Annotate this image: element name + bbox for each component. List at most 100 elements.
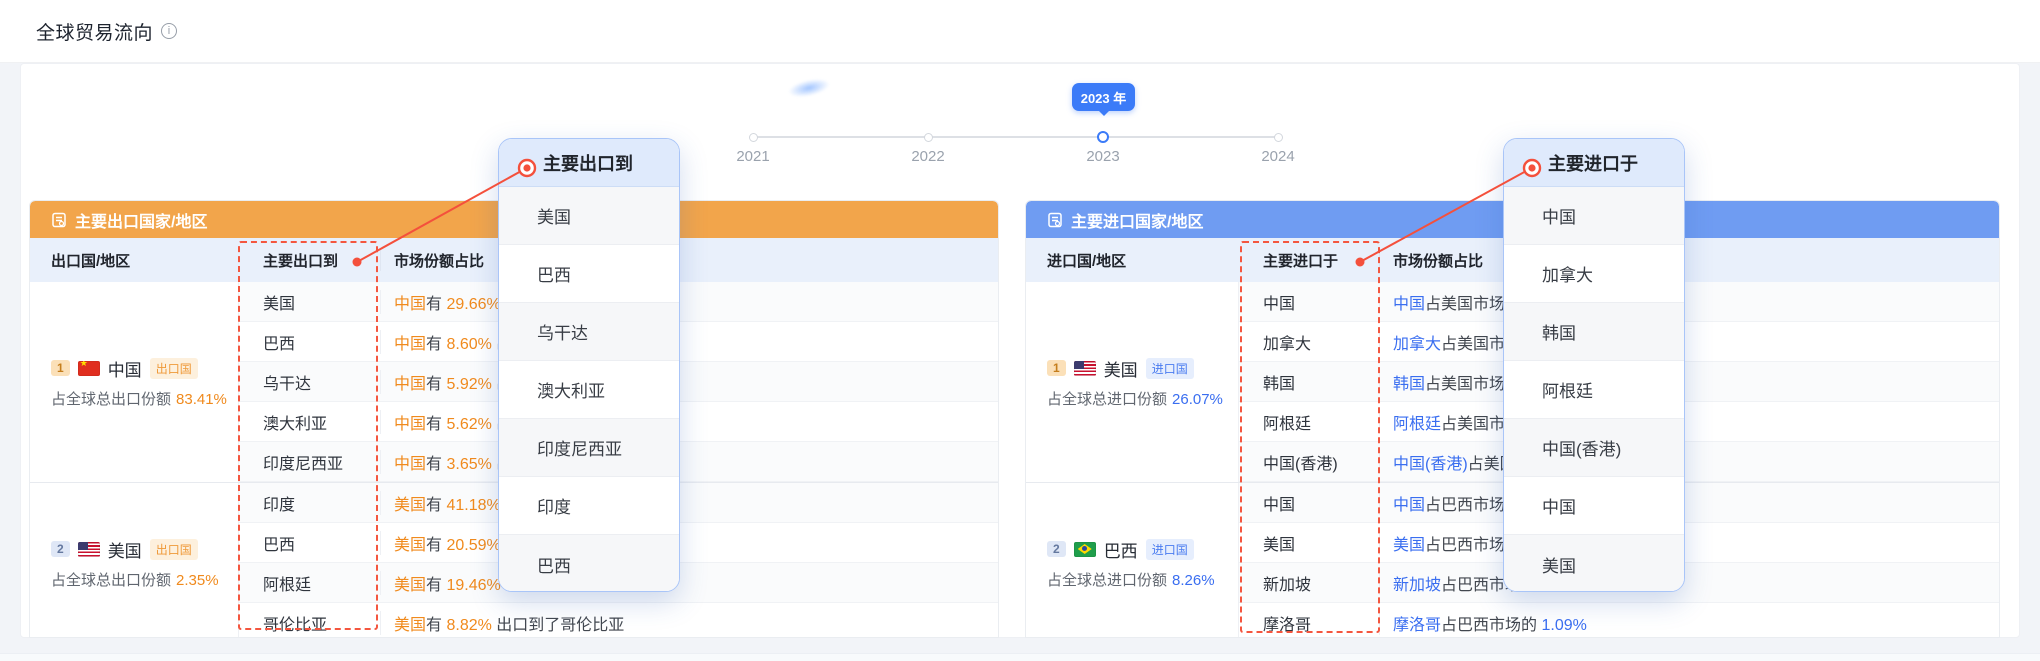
share-value: 26.07% bbox=[1172, 391, 1223, 408]
popup-item[interactable]: 阿根廷 bbox=[1504, 361, 1684, 419]
market-share-cell: 韩国占美国市场的 bbox=[1379, 370, 1999, 394]
destination-cell: 印度尼西亚 bbox=[239, 450, 380, 474]
export-popup-header: 主要出口到 bbox=[499, 139, 679, 187]
exporter-title-line: 2 美国 出口国 bbox=[51, 537, 238, 562]
source-cell: 摩洛哥 bbox=[1239, 611, 1379, 635]
destination-cell: 巴西 bbox=[239, 330, 380, 354]
importer-title-line: 1 美国 进口国 bbox=[1047, 356, 1238, 381]
slider-stop-2023-active[interactable] bbox=[1097, 131, 1109, 143]
global-share-line: 占全球总出口份额 83.41% bbox=[51, 388, 238, 409]
import-popup: 主要进口于 中国 加拿大 韩国 阿根廷 中国(香港) 中国 美国 bbox=[1503, 138, 1685, 592]
col-header-export-to: 主要出口到 bbox=[239, 250, 380, 271]
market-share-cell: 新加坡占巴西市场的 bbox=[1379, 571, 1999, 595]
share-label: 占全球总出口份额 bbox=[51, 572, 171, 589]
section-header: 全球贸易流向 i bbox=[0, 0, 2040, 63]
rank-badge: 1 bbox=[1047, 360, 1066, 376]
popup-item[interactable]: 美国 bbox=[499, 187, 679, 245]
popup-item[interactable]: 中国 bbox=[1504, 477, 1684, 535]
exporter-tag: 出口国 bbox=[150, 358, 198, 379]
market-share-cell: 美国有 41.18% 出口到了印度 bbox=[380, 491, 998, 515]
share-value: 83.41% bbox=[176, 391, 227, 408]
import-table-title: 主要进口国家/地区 bbox=[1071, 208, 1203, 232]
popup-item[interactable]: 加拿大 bbox=[1504, 245, 1684, 303]
slider-label-2023[interactable]: 2023 bbox=[1068, 148, 1138, 165]
destination-cell: 巴西 bbox=[239, 531, 380, 555]
exporter-info-china: 1 中国 出口国 占全球总出口份额 83.41% bbox=[30, 282, 239, 482]
china-flag-icon bbox=[78, 361, 100, 376]
importer-tag: 进口国 bbox=[1146, 358, 1194, 379]
popup-item[interactable]: 中国(香港) bbox=[1504, 419, 1684, 477]
popup-item[interactable]: 乌干达 bbox=[499, 303, 679, 361]
popup-item[interactable]: 中国 bbox=[1504, 187, 1684, 245]
global-share-line: 占全球总进口份额 26.07% bbox=[1047, 388, 1238, 409]
brazil-flag-icon bbox=[1074, 542, 1096, 557]
source-cell: 中国 bbox=[1239, 491, 1379, 515]
col-header-importer: 进口国/地区 bbox=[1026, 250, 1239, 271]
share-label: 占全球总进口份额 bbox=[1047, 572, 1167, 589]
market-share-cell: 加拿大占美国市场的 bbox=[1379, 330, 1999, 354]
slider-stop-2021[interactable] bbox=[749, 133, 758, 142]
slider-track[interactable] bbox=[753, 136, 1278, 138]
slider-label-2022[interactable]: 2022 bbox=[893, 148, 963, 165]
popup-item[interactable]: 印度 bbox=[499, 477, 679, 535]
slider-stop-2022[interactable] bbox=[924, 133, 933, 142]
market-share-cell: 中国占巴西市场的 bbox=[1379, 491, 1999, 515]
market-share-cell: 中国有 3.65% 出口到了印度尼西亚 bbox=[380, 450, 998, 474]
year-tooltip-text: 2023 年 bbox=[1081, 88, 1127, 107]
country-name: 巴西 bbox=[1104, 537, 1138, 562]
rank-badge: 2 bbox=[51, 541, 70, 557]
market-share-cell: 中国有 5.92% 出口到了乌干达 bbox=[380, 370, 998, 394]
rank-badge: 1 bbox=[51, 360, 70, 376]
rank-badge: 2 bbox=[1047, 541, 1066, 557]
share-label: 占全球总进口份额 bbox=[1047, 391, 1167, 408]
country-name: 美国 bbox=[1104, 356, 1138, 381]
share-value: 2.35% bbox=[176, 572, 219, 589]
source-cell: 新加坡 bbox=[1239, 571, 1379, 595]
global-share-line: 占全球总出口份额 2.35% bbox=[51, 569, 238, 590]
market-share-cell: 中国占美国市场的 bbox=[1379, 290, 1999, 314]
import-popup-header: 主要进口于 bbox=[1504, 139, 1684, 187]
slider-stop-2024[interactable] bbox=[1274, 133, 1283, 142]
country-name: 中国 bbox=[108, 356, 142, 381]
popup-item[interactable]: 澳大利亚 bbox=[499, 361, 679, 419]
list-icon bbox=[1047, 212, 1063, 228]
popup-item[interactable]: 美国 bbox=[1504, 535, 1684, 592]
import-popup-title: 主要进口于 bbox=[1548, 150, 1638, 176]
table-row[interactable]: 摩洛哥 摩洛哥占巴西市场的 1.09% bbox=[1239, 603, 1999, 638]
bottom-strip bbox=[0, 653, 2040, 661]
market-share-cell: 美国占巴西市场的 bbox=[1379, 531, 1999, 555]
export-table-title: 主要出口国家/地区 bbox=[75, 208, 207, 232]
share-label: 占全球总出口份额 bbox=[51, 391, 171, 408]
col-header-exporter: 出口国/地区 bbox=[30, 250, 239, 271]
info-icon[interactable]: i bbox=[161, 23, 177, 39]
market-share-cell: 阿根廷占美国市场的 bbox=[1379, 410, 1999, 434]
source-cell: 中国(香港) bbox=[1239, 450, 1379, 474]
source-cell: 美国 bbox=[1239, 531, 1379, 555]
popup-item[interactable]: 巴西 bbox=[499, 245, 679, 303]
importer-tag: 进口国 bbox=[1146, 539, 1194, 560]
exporter-tag: 出口国 bbox=[150, 539, 198, 560]
global-trade-flow-page: { "page": { "title": "全球贸易流向" }, "timeli… bbox=[0, 0, 2040, 661]
table-row[interactable]: 哥伦比亚 美国有 8.82% 出口到了哥伦比亚 bbox=[239, 603, 998, 638]
exporter-title-line: 1 中国 出口国 bbox=[51, 356, 238, 381]
export-popup-title: 主要出口到 bbox=[543, 150, 633, 176]
col-header-market-share: 市场份额占比 bbox=[380, 250, 998, 271]
usa-flag-icon bbox=[1074, 361, 1096, 376]
destination-cell: 阿根廷 bbox=[239, 571, 380, 595]
slider-label-2021[interactable]: 2021 bbox=[718, 148, 788, 165]
importer-info-usa: 1 美国 进口国 占全球总进口份额 26.07% bbox=[1026, 282, 1239, 482]
market-share-cell: 美国有 20.59% 出口到了巴西 bbox=[380, 531, 998, 555]
popup-item[interactable]: 韩国 bbox=[1504, 303, 1684, 361]
col-header-import-from: 主要进口于 bbox=[1239, 250, 1379, 271]
popup-item[interactable]: 印度尼西亚 bbox=[499, 419, 679, 477]
popup-item[interactable]: 巴西 bbox=[499, 535, 679, 592]
source-cell: 韩国 bbox=[1239, 370, 1379, 394]
slider-label-2024[interactable]: 2024 bbox=[1243, 148, 1313, 165]
exporter-info-usa: 2 美国 出口国 占全球总出口份额 2.35% bbox=[30, 483, 239, 638]
market-share-cell: 中国有 8.60% 出口到了巴西 bbox=[380, 330, 998, 354]
export-popup: 主要出口到 美国 巴西 乌干达 澳大利亚 印度尼西亚 印度 巴西 bbox=[498, 138, 680, 592]
col-header-market-share: 市场份额占比 bbox=[1379, 250, 1999, 271]
usa-flag-icon bbox=[78, 542, 100, 557]
list-icon bbox=[51, 212, 67, 228]
source-cell: 阿根廷 bbox=[1239, 410, 1379, 434]
